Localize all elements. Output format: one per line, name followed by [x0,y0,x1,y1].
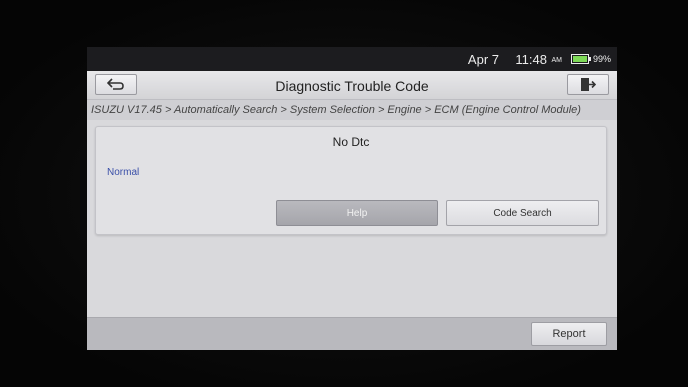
exit-door-icon [580,77,596,92]
status-time: 11:48 [515,52,547,67]
system-status: Normal [107,167,140,178]
tablet-screen: Apr 7 11:48 AM 99% Diagnostic Trouble Co… [87,47,617,350]
breadcrumb: ISUZU V17.45 > Automatically Search > Sy… [87,100,617,120]
dtc-result-panel: No Dtc Normal Help Code Search [95,126,607,235]
bottom-toolbar: Report [87,317,617,350]
device-frame: Apr 7 11:48 AM 99% Diagnostic Trouble Co… [0,0,688,387]
report-button[interactable]: Report [531,322,607,346]
help-button[interactable]: Help [276,200,438,226]
exit-button[interactable] [567,74,609,95]
status-ampm: AM [551,57,563,64]
code-search-button[interactable]: Code Search [446,200,599,226]
battery-percent: 99% [592,54,611,64]
page-title: Diagnostic Trouble Code [275,78,429,94]
dtc-message: No Dtc [332,135,370,149]
status-date: Apr 7 [467,52,499,67]
battery-icon [571,54,591,64]
title-bar: Diagnostic Trouble Code [87,71,617,100]
status-bar: Apr 7 11:48 AM 99% [87,47,617,71]
